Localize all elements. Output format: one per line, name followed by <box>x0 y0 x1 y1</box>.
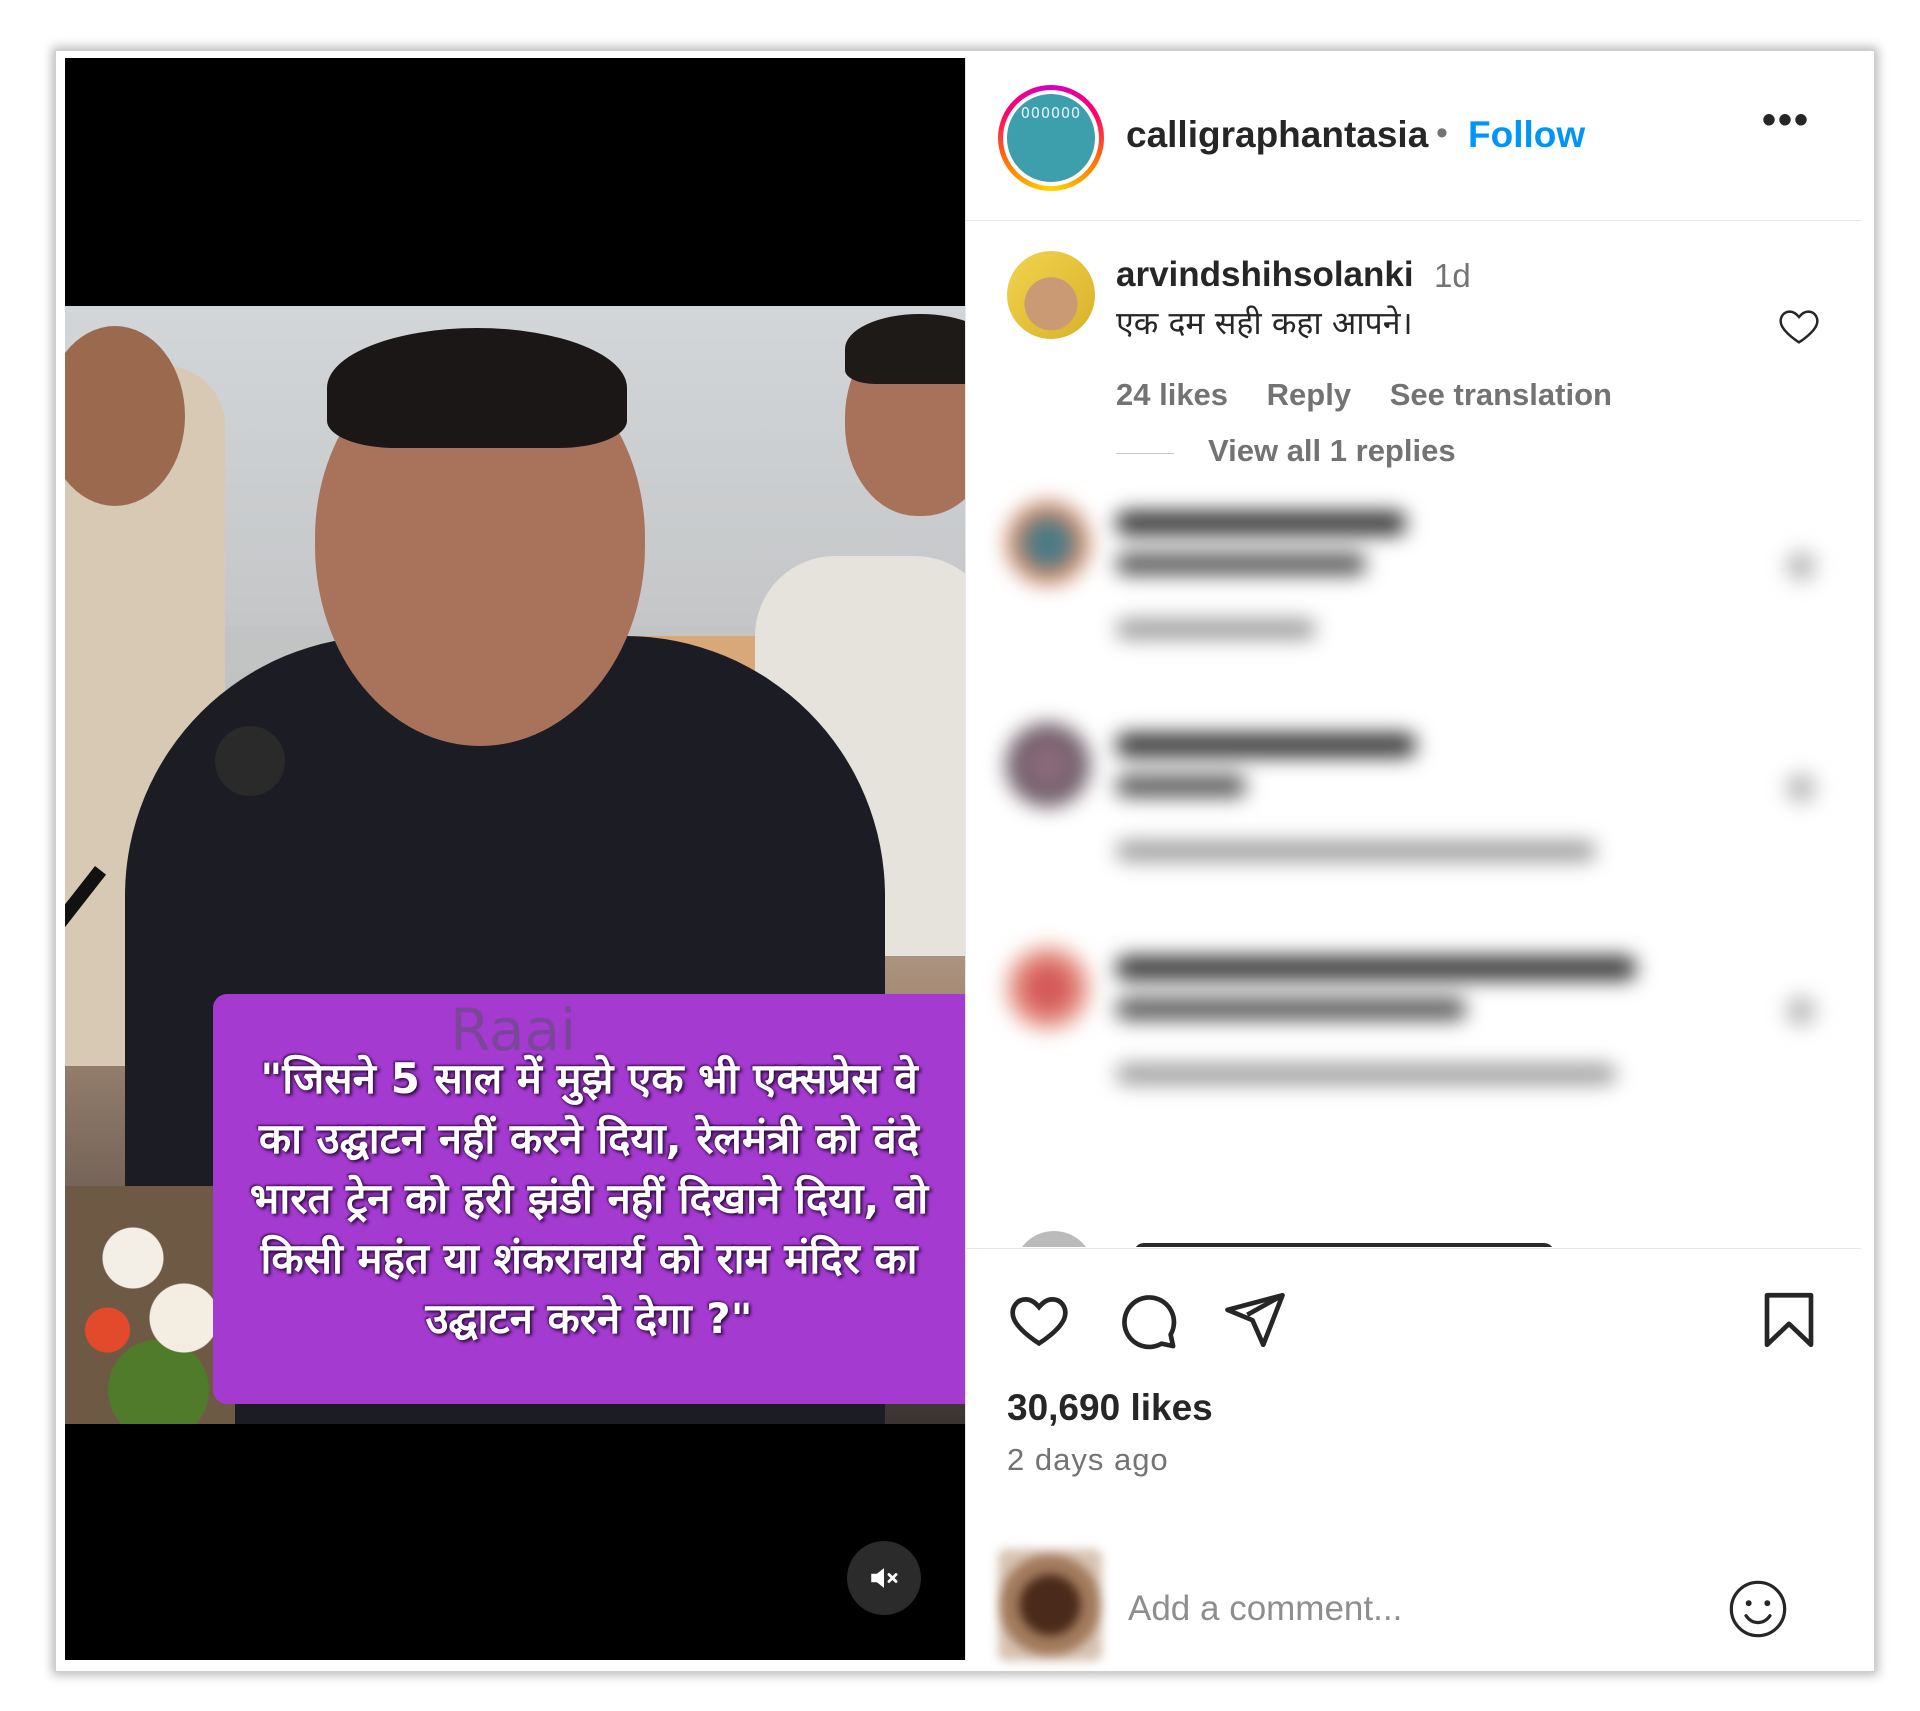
see-translation-button[interactable]: See translation <box>1390 377 1612 412</box>
blurred-comment <box>996 936 1836 1116</box>
post-actions: 30,690 likes 2 days ago <box>966 1248 1861 1661</box>
quote-text: "जिसने 5 साल में मुझे एक भी एक्सप्रेस वे… <box>249 1054 929 1343</box>
heart-icon[interactable] <box>1006 1287 1072 1353</box>
separator: • <box>1436 114 1448 152</box>
post-media[interactable]: "जिसने 5 साल में मुझे एक भी एक्सप्रेस वे… <box>65 58 965 1660</box>
blurred-comment <box>996 713 1836 893</box>
more-options-button[interactable]: ••• <box>1756 98 1816 148</box>
current-user-avatar <box>998 1549 1102 1661</box>
comment-text: एक दम सही कहा आपने। <box>1116 304 1413 342</box>
paper-plane-icon[interactable] <box>1222 1287 1288 1353</box>
comment-time[interactable]: 1d <box>1434 257 1471 295</box>
avatar-text: OOOOOO <box>1020 104 1082 122</box>
comment-bubble-icon[interactable] <box>1114 1287 1180 1353</box>
comment-username[interactable]: arvindshihsolanki <box>1116 255 1414 295</box>
post-header: OOOOOO calligraphantasia • Follow ••• <box>966 58 1861 221</box>
speaker-muted-icon <box>871 1568 898 1588</box>
post-date[interactable]: 2 days ago <box>1007 1442 1169 1478</box>
smiley-icon[interactable] <box>1726 1577 1790 1641</box>
author-username[interactable]: calligraphantasia <box>1126 114 1428 156</box>
post-sidebar: OOOOOO calligraphantasia • Follow ••• ar… <box>966 58 1861 1661</box>
blurred-comment <box>996 491 1836 671</box>
quote-overlay: "जिसने 5 साल में मुझे एक भी एक्सप्रेस वे… <box>213 994 965 1404</box>
mute-button[interactable] <box>847 1541 921 1615</box>
add-comment-bar <box>966 1529 1861 1661</box>
comment-heart-icon[interactable] <box>1776 303 1822 349</box>
watermark: Raai <box>450 996 577 1064</box>
flower-arrangement <box>65 1186 235 1424</box>
follow-button[interactable]: Follow <box>1468 114 1585 156</box>
comment-meta: 24 likes Reply See translation <box>1116 377 1642 413</box>
add-comment-input[interactable] <box>1126 1583 1690 1635</box>
commenter-avatar[interactable] <box>1007 251 1095 339</box>
comments-list[interactable]: arvindshihsolanki 1d एक दम सही कहा आपने।… <box>966 221 1861 1247</box>
likes-count[interactable]: 30,690 likes <box>1007 1387 1213 1429</box>
reply-button[interactable]: Reply <box>1267 377 1351 412</box>
microphone <box>215 726 285 796</box>
post-photo: "जिसने 5 साल में मुझे एक भी एक्सप्रेस वे… <box>65 306 965 1424</box>
comment-likes[interactable]: 24 likes <box>1116 377 1228 412</box>
author-avatar[interactable]: OOOOOO <box>998 85 1104 191</box>
bookmark-icon[interactable] <box>1756 1287 1822 1353</box>
partial-comment <box>1014 1221 1614 1247</box>
view-replies-button[interactable]: View all 1 replies <box>1208 433 1456 469</box>
